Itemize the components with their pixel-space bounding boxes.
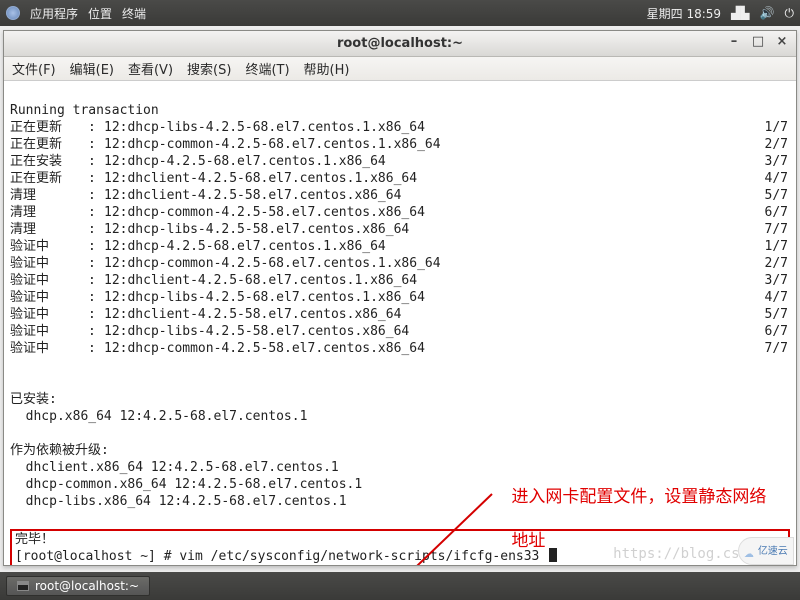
- taskbar-item-label: root@localhost:~: [35, 579, 139, 593]
- term-transaction-row: 验证中: 12:dhcp-4.2.5-68.el7.centos.1.x86_6…: [10, 238, 790, 255]
- term-transaction-row: 验证中: 12:dhcp-libs-4.2.5-58.el7.centos.x8…: [10, 323, 790, 340]
- menu-edit[interactable]: 编辑(E): [70, 59, 114, 78]
- menu-search[interactable]: 搜索(S): [187, 59, 231, 78]
- term-transaction-row: 验证中: 12:dhclient-4.2.5-58.el7.centos.x86…: [10, 306, 790, 323]
- volume-icon[interactable]: 🔊: [760, 6, 775, 20]
- term-line: 作为依赖被升级:: [10, 443, 109, 458]
- terminal-content[interactable]: Running transaction 正在更新: 12:dhcp-libs-4…: [4, 81, 796, 565]
- cloud-icon: ☁: [744, 543, 754, 560]
- terminal-menubar: 文件(F) 编辑(E) 查看(V) 搜索(S) 终端(T) 帮助(H): [4, 57, 796, 81]
- term-line: dhcp.x86_64 12:4.2.5-68.el7.centos.1: [10, 409, 307, 424]
- term-line: dhcp-common.x86_64 12:4.2.5-68.el7.cento…: [10, 477, 362, 492]
- term-transaction-row: 清理: 12:dhcp-libs-4.2.5-58.el7.centos.x86…: [10, 221, 790, 238]
- close-button[interactable]: ×: [774, 35, 790, 51]
- panel-applications[interactable]: 应用程序: [30, 5, 78, 22]
- term-line: 完毕！: [15, 532, 54, 547]
- menu-view[interactable]: 查看(V): [128, 59, 173, 78]
- panel-clock[interactable]: 星期四 18:59: [647, 5, 721, 22]
- gnome-bottom-panel: root@localhost:~: [0, 572, 800, 600]
- terminal-window: root@localhost:~ – □ × 文件(F) 编辑(E) 查看(V)…: [3, 30, 797, 566]
- window-titlebar[interactable]: root@localhost:~ – □ ×: [4, 31, 796, 57]
- provider-badge: ☁ 亿速云: [738, 537, 794, 565]
- power-icon[interactable]: ⏻: [785, 6, 795, 21]
- maximize-button[interactable]: □: [750, 35, 766, 51]
- term-transaction-row: 验证中: 12:dhcp-common-4.2.5-68.el7.centos.…: [10, 255, 790, 272]
- gnome-top-panel: 应用程序 位置 终端 星期四 18:59 ▟▙ 🔊 ⏻: [0, 0, 800, 26]
- minimize-button[interactable]: –: [726, 35, 742, 51]
- gnome-logo-icon: [6, 6, 20, 20]
- term-transaction-row: 验证中: 12:dhcp-common-4.2.5-58.el7.centos.…: [10, 340, 790, 357]
- term-transaction-row: 正在安装: 12:dhcp-4.2.5-68.el7.centos.1.x86_…: [10, 153, 790, 170]
- term-transaction-row: 清理: 12:dhcp-common-4.2.5-58.el7.centos.x…: [10, 204, 790, 221]
- term-line: dhclient.x86_64 12:4.2.5-68.el7.centos.1: [10, 460, 339, 475]
- term-transaction-row: 验证中: 12:dhclient-4.2.5-68.el7.centos.1.x…: [10, 272, 790, 289]
- panel-places[interactable]: 位置: [88, 5, 112, 22]
- taskbar-terminal-button[interactable]: root@localhost:~: [6, 576, 150, 596]
- watermark: https://blog.csd: [613, 546, 748, 563]
- menu-terminal[interactable]: 终端(T): [245, 59, 289, 78]
- term-line: dhcp-libs.x86_64 12:4.2.5-68.el7.centos.…: [10, 494, 347, 509]
- term-transaction-row: 正在更新: 12:dhcp-common-4.2.5-68.el7.centos…: [10, 136, 790, 153]
- system-tray: ▟▙ 🔊 ⏻: [731, 6, 794, 21]
- term-transaction-row: 清理: 12:dhclient-4.2.5-58.el7.centos.x86_…: [10, 187, 790, 204]
- panel-terminal[interactable]: 终端: [122, 5, 146, 22]
- term-line: 已安装:: [10, 392, 57, 407]
- term-transaction-row: 验证中: 12:dhcp-libs-4.2.5-68.el7.centos.1.…: [10, 289, 790, 306]
- terminal-icon: [17, 581, 29, 591]
- network-icon[interactable]: ▟▙: [731, 6, 749, 20]
- shell-prompt[interactable]: [root@localhost ~] # vim /etc/sysconfig/…: [15, 549, 547, 564]
- menu-help[interactable]: 帮助(H): [304, 59, 350, 78]
- window-title: root@localhost:~: [337, 36, 463, 51]
- term-line: Running transaction: [10, 103, 159, 118]
- term-transaction-row: 正在更新: 12:dhcp-libs-4.2.5-68.el7.centos.1…: [10, 119, 790, 136]
- term-transaction-row: 正在更新: 12:dhclient-4.2.5-68.el7.centos.1.…: [10, 170, 790, 187]
- menu-file[interactable]: 文件(F): [12, 59, 56, 78]
